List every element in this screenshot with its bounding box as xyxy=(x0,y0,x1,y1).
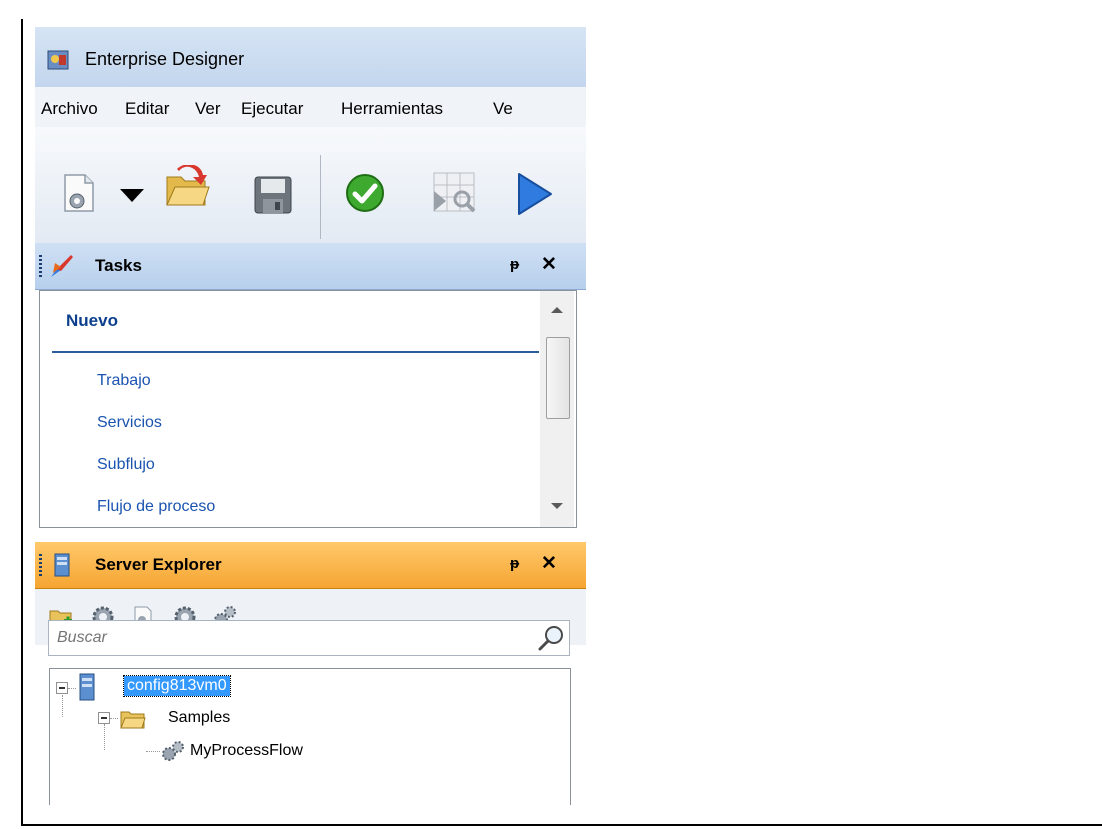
inspect-grid-icon[interactable] xyxy=(432,171,478,215)
server-explorer-title: Server Explorer xyxy=(95,555,222,574)
tree-line xyxy=(110,718,118,719)
new-document-gear-icon[interactable] xyxy=(63,173,95,213)
scroll-down-arrow[interactable] xyxy=(551,503,563,509)
drag-grip[interactable] xyxy=(39,255,42,277)
tree-line xyxy=(62,695,63,717)
validate-check-icon[interactable] xyxy=(345,173,385,213)
menu-archivo[interactable]: Archivo xyxy=(41,99,98,119)
section-divider xyxy=(52,351,539,353)
close-icon[interactable]: ✕ xyxy=(541,253,557,276)
task-link-servicios[interactable]: Servicios xyxy=(97,414,162,432)
menu-ejecutar[interactable]: Ejecutar xyxy=(241,99,303,119)
collapse-toggle[interactable] xyxy=(98,712,110,724)
tree-node-server[interactable]: config813vm0 xyxy=(123,675,231,697)
toolbar-separator xyxy=(320,155,321,239)
process-flow-gears-icon xyxy=(162,741,184,761)
server-icon xyxy=(54,553,70,577)
window-title: Enterprise Designer xyxy=(85,49,245,69)
open-folder-icon[interactable] xyxy=(163,165,211,211)
search-box xyxy=(48,620,570,656)
tasks-panel-title: Tasks xyxy=(95,256,142,275)
collapse-toggle[interactable] xyxy=(56,682,68,694)
search-input[interactable] xyxy=(55,625,519,651)
title-bar: Enterprise Designer xyxy=(35,27,586,87)
search-icon[interactable] xyxy=(537,624,565,652)
run-play-icon[interactable] xyxy=(515,171,555,217)
menu-editar[interactable]: Editar xyxy=(125,99,169,119)
tasks-icon xyxy=(51,255,73,277)
menu-bar: Archivo Editar Ver Ejecutar Herramientas… xyxy=(35,87,586,127)
drag-grip[interactable] xyxy=(39,554,42,576)
tree-line xyxy=(146,751,160,752)
app-icon xyxy=(47,50,69,70)
tasks-panel-header: Tasks ᵽ ✕ xyxy=(35,243,586,290)
pin-icon[interactable]: ᵽ xyxy=(510,555,519,572)
menu-herramientas[interactable]: Herramientas xyxy=(341,99,443,119)
folder-icon xyxy=(120,711,146,729)
menu-ventana[interactable]: Ve xyxy=(493,99,513,119)
server-explorer-header: Server Explorer ᵽ ✕ xyxy=(35,542,586,589)
section-heading-nuevo: Nuevo xyxy=(66,311,118,330)
vertical-scrollbar[interactable] xyxy=(540,291,574,527)
tasks-panel-body: Nuevo Trabajo Servicios Subflujo Flujo d… xyxy=(39,290,577,528)
dropdown-arrow-icon[interactable] xyxy=(119,187,145,203)
menu-ver[interactable]: Ver xyxy=(195,99,221,119)
task-link-flujo-de-proceso[interactable]: Flujo de proceso xyxy=(97,498,215,516)
main-toolbar xyxy=(35,127,586,243)
close-icon[interactable]: ✕ xyxy=(541,552,557,575)
tree-node-folder[interactable]: Samples xyxy=(168,709,230,727)
task-link-trabajo[interactable]: Trabajo xyxy=(97,372,151,390)
server-icon xyxy=(79,673,95,701)
scroll-up-arrow[interactable] xyxy=(551,307,563,313)
server-tree: config813vm0 Samples MyProcessFlow xyxy=(49,668,571,805)
enterprise-designer-window: Enterprise Designer Archivo Editar Ver E… xyxy=(35,27,586,805)
tree-line xyxy=(104,724,105,750)
task-link-subflujo[interactable]: Subflujo xyxy=(97,456,155,474)
save-icon[interactable] xyxy=(253,175,293,215)
pin-icon[interactable]: ᵽ xyxy=(510,256,519,273)
tree-node-process-flow[interactable]: MyProcessFlow xyxy=(190,742,303,760)
scroll-thumb[interactable] xyxy=(546,337,570,419)
tree-line xyxy=(68,688,76,689)
